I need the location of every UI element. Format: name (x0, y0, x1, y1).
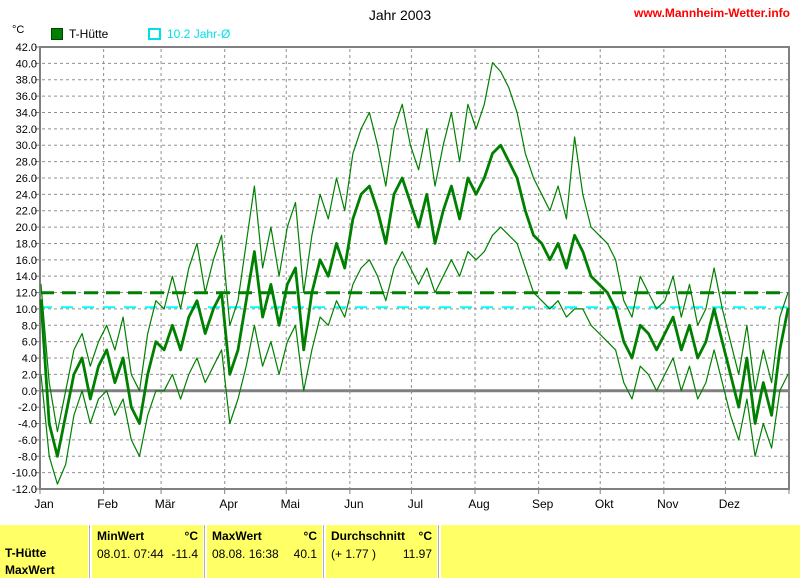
temperature-chart: -12.0 -10.0 -8.0 -6.0 -4.0 -2.0 0.0 2.0 4.0 6.0 8.… (0, 0, 800, 521)
series-daily-max-line (41, 63, 788, 432)
x-tick-label: Feb (97, 497, 118, 511)
x-tick-label: Okt (595, 497, 614, 511)
minwert-datetime: 08.01. 07:44 (97, 547, 164, 561)
row-label-metric: MaxWert (5, 560, 83, 577)
y-tick-label: 16.0 (16, 255, 37, 267)
minwert-value: -11.4 (172, 547, 198, 561)
minwert-unit: °C (185, 529, 198, 543)
maxwert-value: 40.1 (294, 547, 317, 561)
y-tick-label: 10.0 (16, 304, 37, 316)
y-tick-label: 40.0 (16, 58, 37, 70)
x-tick-label: Dez (719, 497, 740, 511)
legend-label-longterm-average: 10.2 Jahr-Ø (167, 27, 230, 41)
y-tick-label: 2.0 (22, 369, 37, 381)
y-tick-label: 30.0 (16, 140, 37, 152)
series-daily-mean-line (41, 145, 788, 456)
x-tick-label: Mai (281, 497, 300, 511)
legend-label-thuette: T-Hütte (69, 27, 108, 41)
plot-border (40, 47, 789, 489)
y-tick-label: 26.0 (16, 173, 37, 185)
durchschnitt-header: Durchschnitt (331, 529, 405, 543)
durchschnitt-anomaly: (+ 1.77 ) (331, 547, 376, 561)
legend-swatch-green-icon (51, 28, 63, 40)
maxwert-unit: °C (304, 529, 317, 543)
y-tick-label: 34.0 (16, 107, 37, 119)
legend-swatch-cyan-icon (148, 28, 161, 40)
minwert-header: MinWert (97, 529, 144, 543)
y-tick-label: 12.0 (16, 288, 37, 300)
y-tick-label: 4.0 (22, 353, 37, 365)
durchschnitt-value: 11.97 (403, 547, 432, 561)
y-tick-label: 8.0 (22, 320, 37, 332)
x-tick-label: Mär (155, 497, 176, 511)
y-tick-label: 18.0 (16, 238, 37, 250)
table-cell-row-label: T-Hütte MaxWert (0, 525, 88, 578)
y-tick-label: 32.0 (16, 124, 37, 136)
x-tick-label: Jun (344, 497, 363, 511)
y-tick-label: 20.0 (16, 222, 37, 234)
x-tick-label: Nov (657, 497, 678, 511)
x-tick-label: Sep (532, 497, 554, 511)
y-tick-label: 0.0 (22, 386, 37, 398)
y-tick-label: 6.0 (22, 337, 37, 349)
y-tick-label: -6.0 (18, 435, 37, 447)
maxwert-header: MaxWert (212, 529, 262, 543)
y-tick-label: 38.0 (16, 75, 37, 87)
y-tick-label: -8.0 (18, 451, 37, 463)
y-axis-unit-label: °C (12, 24, 24, 36)
table-cell-maxwert: MaxWert °C 08.08. 16:38 40.1 (207, 525, 322, 578)
y-tick-label: -2.0 (18, 402, 37, 414)
y-tick-label: 22.0 (16, 206, 37, 218)
weather-chart-page: -12.0 -10.0 -8.0 -6.0 -4.0 -2.0 0.0 2.0 4.0 6.0 8.… (0, 0, 800, 578)
y-tick-label: 42.0 (16, 42, 37, 54)
summary-table: T-Hütte MaxWert MinWert °C 08.01. 07:44 … (0, 523, 800, 578)
x-tick-label: Aug (468, 497, 489, 511)
row-label-sensor: T-Hütte (5, 543, 83, 560)
x-tick-label: Jul (408, 497, 423, 511)
y-tick-label: -4.0 (18, 419, 37, 431)
table-cell-durchschnitt: Durchschnitt °C (+ 1.77 ) 11.97 (326, 525, 437, 578)
y-tick-label: 28.0 (16, 157, 37, 169)
y-tick-label: 36.0 (16, 91, 37, 103)
legend-item-thuette: T-Hütte (51, 27, 108, 41)
y-tick-label: -10.0 (12, 468, 37, 480)
site-link[interactable]: www.Mannheim-Wetter.info (634, 6, 790, 20)
x-tick-label: Apr (219, 497, 238, 511)
y-tick-label: 24.0 (16, 189, 37, 201)
x-tick-label: Jan (34, 497, 53, 511)
table-cell-minwert: MinWert °C 08.01. 07:44 -11.4 (92, 525, 203, 578)
legend-item-longterm-average: 10.2 Jahr-Ø (148, 27, 230, 41)
table-cell-empty (441, 525, 800, 578)
durchschnitt-unit: °C (419, 529, 432, 543)
maxwert-datetime: 08.08. 16:38 (212, 547, 279, 561)
y-tick-label: 14.0 (16, 271, 37, 283)
y-tick-label: -12.0 (12, 484, 37, 496)
